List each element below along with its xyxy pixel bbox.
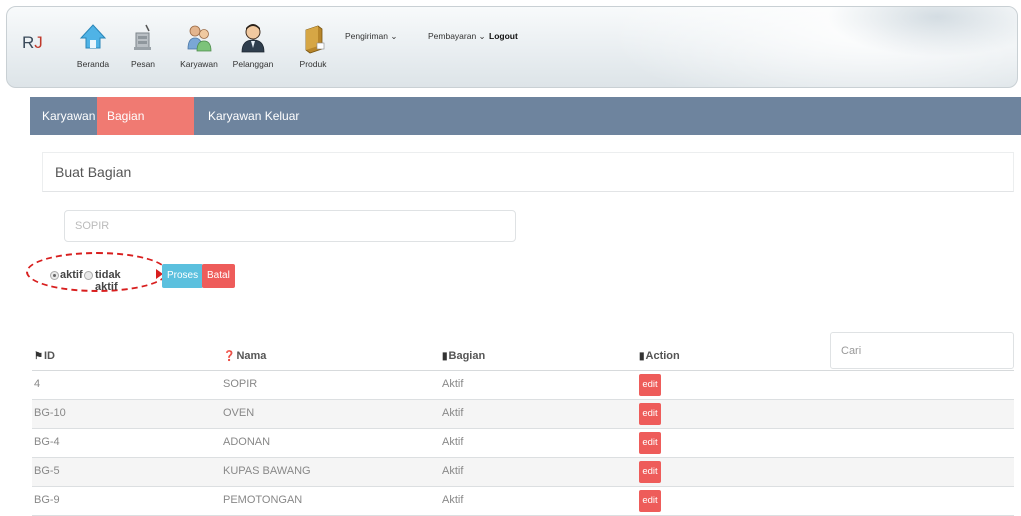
message-icon [134, 24, 151, 50]
nav-produk-label: Produk [299, 59, 327, 69]
cell-bagian: Aktif [442, 436, 464, 448]
edit-button[interactable]: edit [639, 461, 661, 483]
col-action-header[interactable]: ▮Action [639, 350, 680, 362]
radio-tidak-aktif[interactable] [84, 271, 93, 280]
form-panel-header: Buat Bagian [42, 152, 1014, 192]
col-bagian-header[interactable]: ▮Bagian [442, 350, 485, 362]
cell-nama: ADONAN [223, 436, 271, 448]
col-nama-label: Nama [236, 350, 267, 362]
logout-link[interactable]: Logout [489, 31, 518, 41]
nav-pesan-label: Pesan [130, 59, 156, 69]
home-icon [79, 24, 107, 49]
employees-icon [187, 25, 212, 52]
edit-button[interactable]: edit [639, 490, 661, 512]
radio-aktif[interactable] [50, 271, 59, 280]
cell-id: 4 [34, 378, 41, 390]
cell-nama: KUPAS BAWANG [223, 465, 311, 477]
bagian-table: ⚑ID ❓Nama ▮Bagian ▮Action 4 SOPIR Aktif … [32, 346, 1014, 516]
edit-button[interactable]: edit [639, 374, 661, 396]
bookmark-icon: ▮ [442, 351, 448, 362]
nav-produk[interactable]: Produk [285, 21, 341, 69]
cell-id: BG-9 [34, 494, 60, 506]
cell-id: BG-10 [34, 407, 66, 419]
batal-button[interactable]: Batal [202, 264, 235, 288]
radio-tidak-aktif-label: tidak aktif [95, 269, 121, 293]
nav-pesan[interactable]: Pesan [115, 21, 171, 69]
menu-pengiriman[interactable]: Pengiriman ⌄ [345, 31, 397, 42]
tab-karyawan[interactable]: Karyawan [32, 97, 105, 135]
cell-bagian: Aktif [442, 407, 464, 419]
tab-bagian-karyawan[interactable]: Bagian Karyawan [97, 97, 194, 161]
col-id-label: ID [43, 350, 55, 362]
col-bagian-label: Bagian [448, 350, 486, 362]
nav-pelanggan-label: Pelanggan [232, 59, 274, 69]
product-icon [305, 25, 325, 54]
nav-karyawan-label: Karyawan [180, 59, 218, 69]
bookmark-icon: ▮ [639, 351, 645, 362]
app-logo[interactable]: RJ [22, 33, 43, 53]
col-nama-header[interactable]: ❓Nama [223, 350, 266, 362]
nav-beranda[interactable]: Beranda [65, 21, 121, 69]
table-row: 4 SOPIR Aktif edit [32, 371, 1014, 400]
cell-nama: PEMOTONGAN [223, 494, 303, 506]
table-header: ⚑ID ❓Nama ▮Bagian ▮Action [32, 346, 1014, 371]
table-row: BG-9 PEMOTONGAN Aktif edit [32, 487, 1014, 516]
nav-pelanggan[interactable]: Pelanggan [225, 21, 281, 69]
top-header: RJ Beranda Pesan Karyawan Pelanggan Prod… [6, 6, 1018, 88]
menu-pembayaran[interactable]: Pembayaran ⌄ [428, 31, 486, 42]
nav-karyawan[interactable]: Karyawan [171, 21, 227, 69]
nav-beranda-label: Beranda [76, 59, 110, 69]
tab-karyawan-keluar[interactable]: Karyawan Keluar [198, 97, 309, 135]
cell-bagian: Aktif [442, 465, 464, 477]
question-icon: ❓ [223, 351, 236, 362]
proses-button[interactable]: Proses [162, 264, 204, 288]
cell-bagian: Aktif [442, 494, 464, 506]
table-row: BG-10 OVEN Aktif edit [32, 400, 1014, 429]
edit-button[interactable]: edit [639, 403, 661, 425]
customer-icon [241, 24, 265, 53]
megaphone-icon: ⚑ [34, 351, 43, 362]
cell-bagian: Aktif [442, 378, 464, 390]
cell-id: BG-4 [34, 436, 60, 448]
tab-bar: Karyawan Bagian Karyawan Karyawan Keluar [30, 97, 1021, 161]
panel-title: Buat Bagian [55, 164, 132, 180]
bagian-name-input[interactable] [64, 210, 516, 242]
cell-nama: SOPIR [223, 378, 258, 390]
col-action-label: Action [645, 350, 680, 362]
logo-letter-j: J [34, 33, 43, 52]
col-id-header[interactable]: ⚑ID [34, 350, 55, 362]
edit-button[interactable]: edit [639, 432, 661, 454]
cell-id: BG-5 [34, 465, 60, 477]
logo-letter-r: R [22, 33, 35, 52]
cell-nama: OVEN [223, 407, 255, 419]
table-row: BG-5 KUPAS BAWANG Aktif edit [32, 458, 1014, 487]
radio-aktif-label: aktif [60, 269, 83, 281]
table-row: BG-4 ADONAN Aktif edit [32, 429, 1014, 458]
